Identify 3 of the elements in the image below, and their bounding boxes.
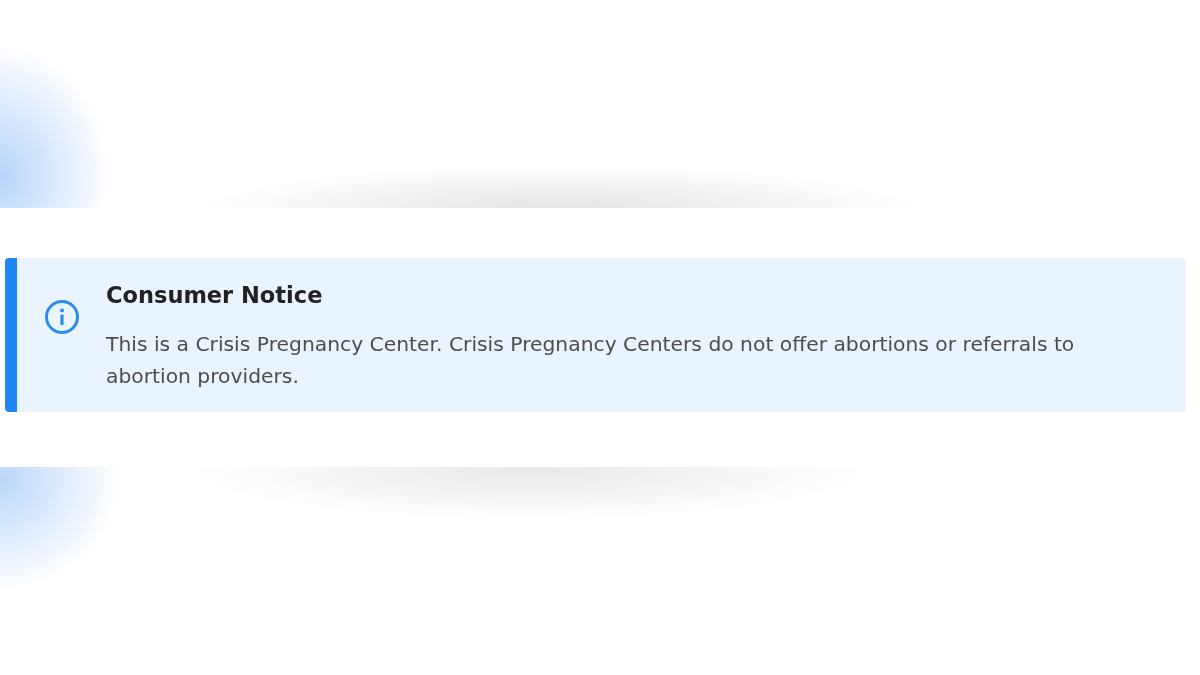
notice-title: Consumer Notice xyxy=(106,281,324,310)
info-icon xyxy=(45,300,79,334)
notice-message: This is a Crisis Pregnancy Center. Crisis Pregnancy Centers do not offer abortions or referrals to abortion providers. xyxy=(106,331,1076,390)
